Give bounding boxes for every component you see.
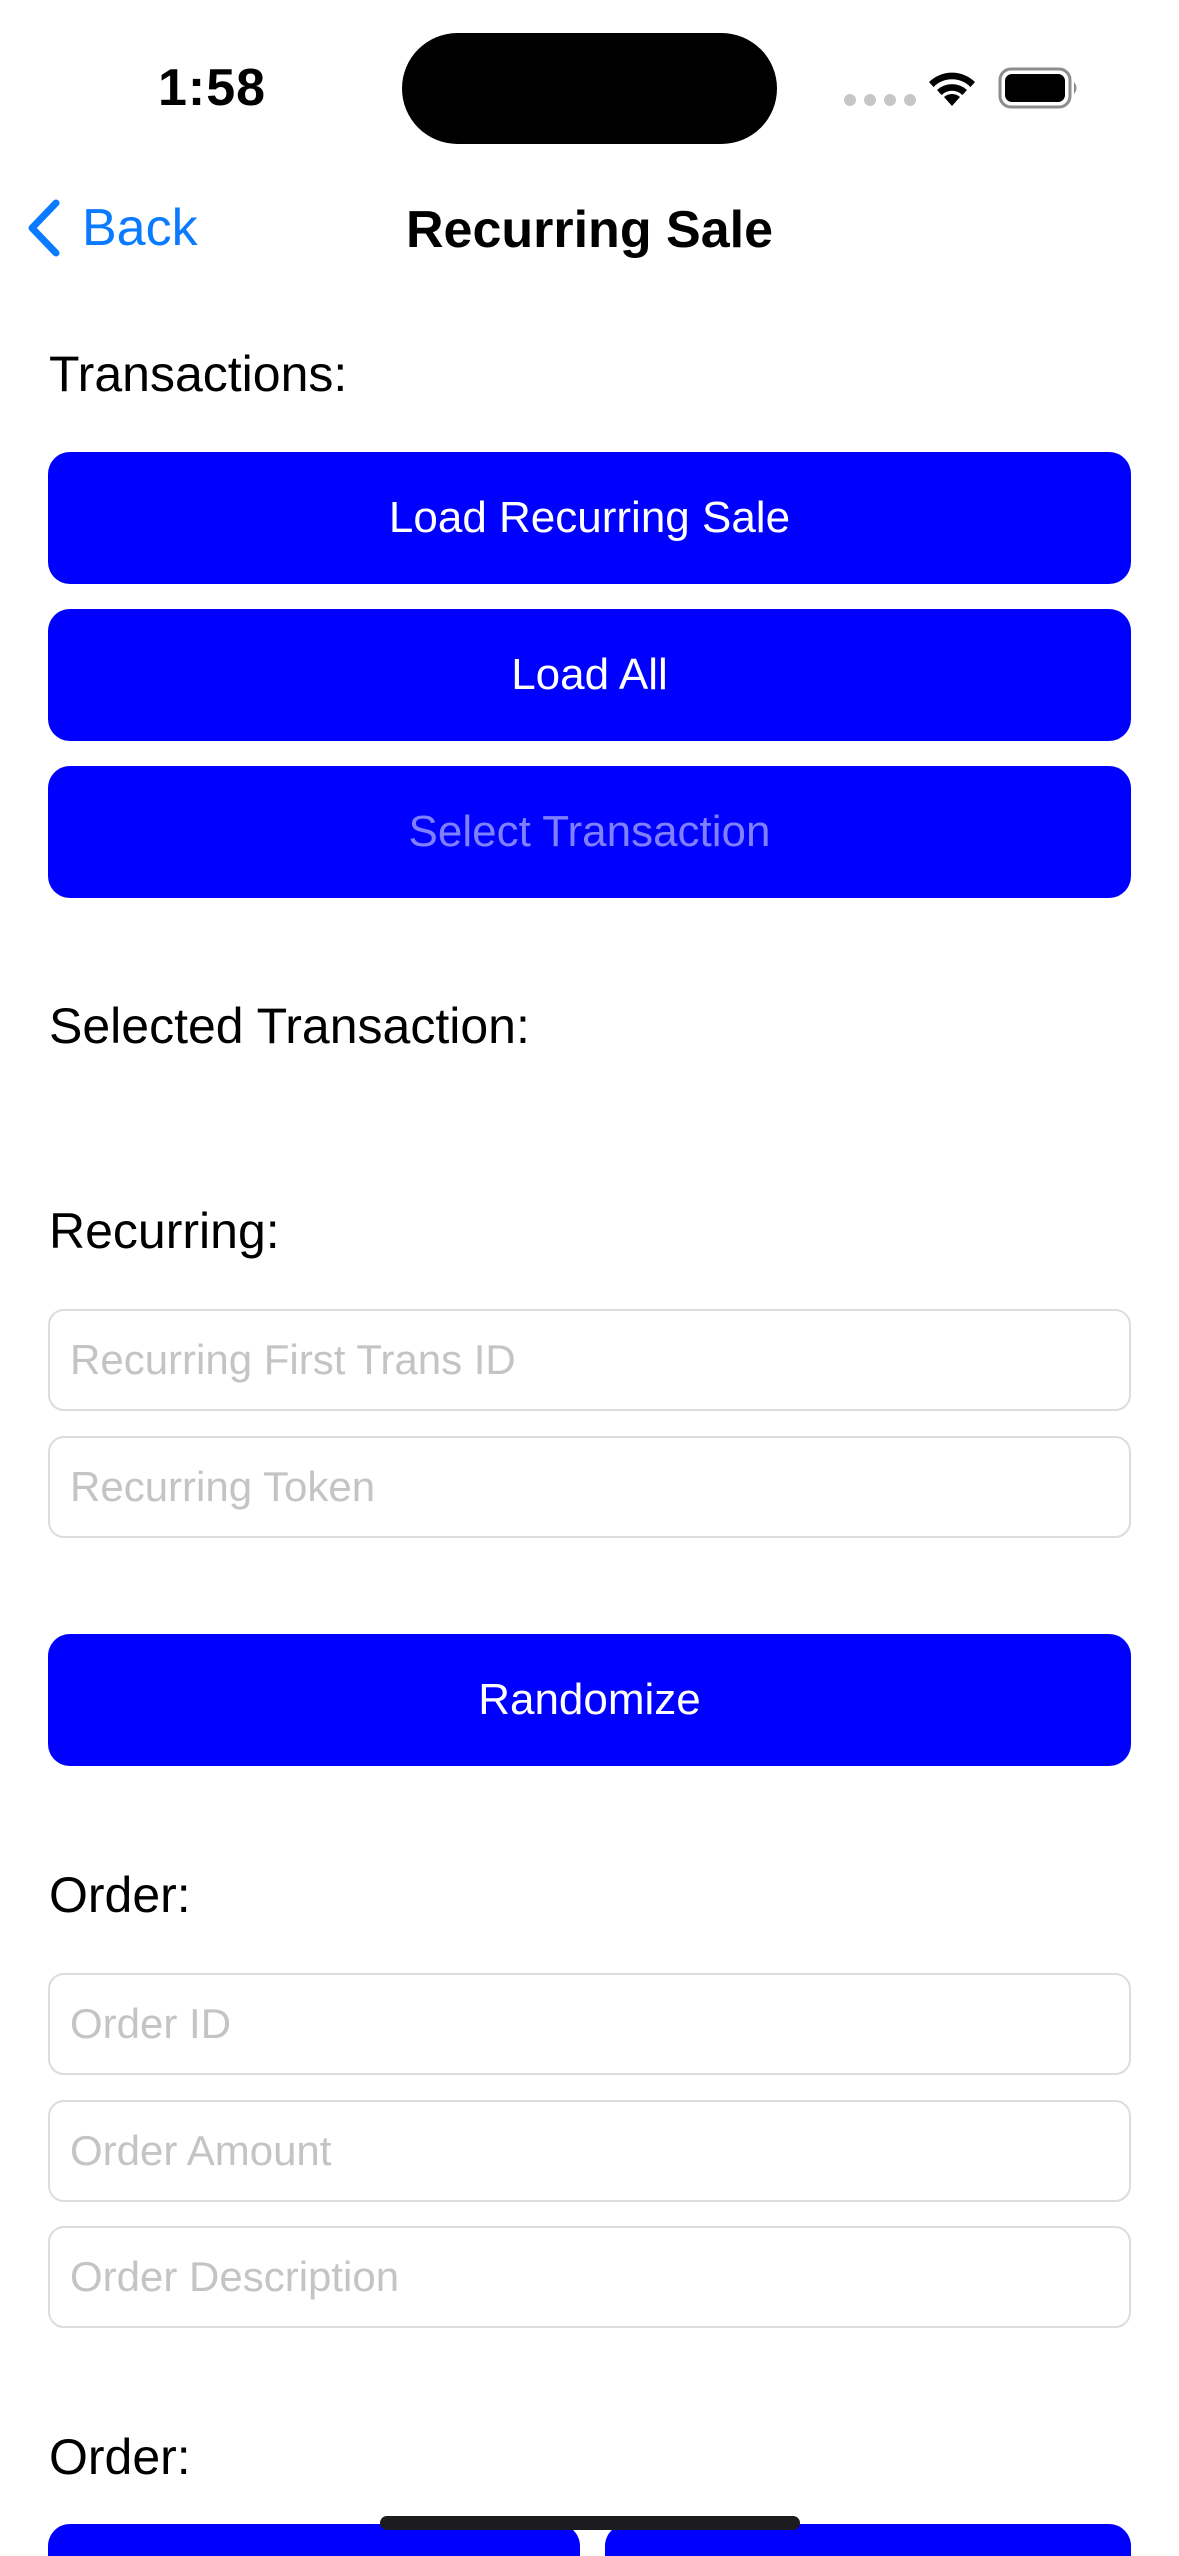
order-id-field[interactable] [48, 1973, 1131, 2075]
page-title: Recurring Sale [405, 201, 774, 259]
order-description-field[interactable] [48, 2226, 1131, 2328]
wifi-icon [929, 72, 975, 106]
order-amount-field[interactable] [48, 2100, 1131, 2202]
status-bar: 1:58 [0, 0, 1179, 180]
randomize-button[interactable]: Randomize [48, 1634, 1131, 1766]
recurring-token-field[interactable] [48, 1436, 1131, 1538]
recurring-label: Recurring: [49, 1203, 280, 1259]
dynamic-island [402, 33, 777, 144]
load-all-button[interactable]: Load All [48, 609, 1131, 741]
order-label-2: Order: [49, 2429, 191, 2485]
selected-transaction-label: Selected Transaction: [49, 998, 530, 1054]
cellular-signal-icon [844, 94, 916, 106]
recurring-first-trans-id-field[interactable] [48, 1309, 1131, 1411]
status-time: 1:58 [158, 59, 267, 117]
home-indicator [380, 2516, 800, 2530]
battery-icon [998, 67, 1077, 109]
load-recurring-sale-button[interactable]: Load Recurring Sale [48, 452, 1131, 584]
transactions-label: Transactions: [49, 346, 348, 402]
order-label: Order: [49, 1867, 191, 1923]
select-transaction-button[interactable]: Select Transaction [48, 766, 1131, 898]
navigation-bar: Back Recurring Sale [0, 180, 1179, 280]
